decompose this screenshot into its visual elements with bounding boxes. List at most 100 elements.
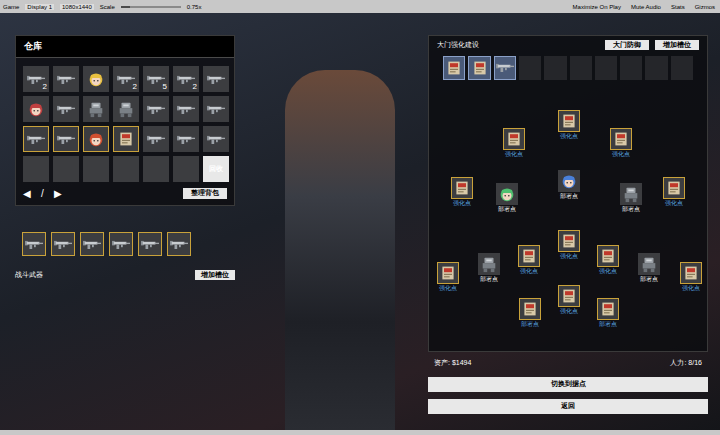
item-count: 2 bbox=[193, 83, 197, 91]
loadout-footer: 战斗武器 增加槽位 bbox=[15, 270, 235, 281]
warehouse-item[interactable] bbox=[23, 126, 49, 152]
robot-icon bbox=[87, 100, 105, 118]
display-select[interactable]: Display 1 bbox=[25, 4, 54, 10]
gate-slot[interactable] bbox=[671, 56, 693, 80]
resolution-select[interactable]: 1080x1440 bbox=[60, 4, 94, 10]
tree-node-box bbox=[597, 298, 619, 320]
warehouse-item[interactable] bbox=[53, 66, 79, 92]
warehouse-item[interactable] bbox=[53, 96, 79, 122]
loadout-slot[interactable] bbox=[80, 232, 104, 256]
recycle-button[interactable]: 回收 bbox=[203, 156, 229, 182]
warehouse-item[interactable] bbox=[173, 126, 199, 152]
toolbar-toggle[interactable]: Gizmos bbox=[693, 4, 717, 10]
tree-node[interactable]: 部署点 bbox=[638, 253, 660, 284]
tree-node-box bbox=[558, 110, 580, 132]
warehouse-item[interactable] bbox=[113, 126, 139, 152]
warehouse-item[interactable] bbox=[53, 126, 79, 152]
tree-node[interactable]: 部署点 bbox=[496, 183, 518, 214]
warehouse-item[interactable] bbox=[203, 96, 229, 122]
card-icon bbox=[683, 264, 699, 282]
tree-node[interactable]: 强化点 bbox=[610, 128, 632, 159]
tree-node[interactable]: 强化点 bbox=[558, 285, 580, 316]
tree-node[interactable]: 强化点 bbox=[503, 128, 525, 159]
gate-slot[interactable] bbox=[620, 56, 642, 80]
warehouse-item[interactable] bbox=[203, 126, 229, 152]
rifle-icon bbox=[57, 74, 75, 85]
warehouse-item[interactable]: 5 bbox=[143, 66, 169, 92]
rifle-icon bbox=[57, 104, 75, 115]
gate-slot[interactable] bbox=[544, 56, 566, 80]
warehouse-item[interactable] bbox=[23, 156, 49, 182]
gate-slot[interactable] bbox=[494, 56, 516, 80]
tree-node[interactable]: 部署点 bbox=[620, 183, 642, 214]
tree-node-label: 强化点 bbox=[453, 200, 471, 208]
pagination-row: ◀/▶整理背包 bbox=[16, 186, 234, 205]
tree-node[interactable]: 强化点 bbox=[680, 262, 702, 293]
loadout-label: 战斗武器 bbox=[15, 270, 43, 281]
gate-slots bbox=[429, 56, 707, 80]
warehouse-item[interactable] bbox=[83, 156, 109, 182]
gate-header-button[interactable]: 大门防御 bbox=[605, 40, 649, 50]
tree-node-box bbox=[638, 253, 660, 275]
warehouse-item[interactable] bbox=[83, 66, 109, 92]
switch-base-button[interactable]: 切换到据点 bbox=[428, 377, 708, 392]
warehouse-item[interactable] bbox=[113, 156, 139, 182]
tree-node[interactable]: 部署点 bbox=[597, 298, 619, 329]
warehouse-item[interactable] bbox=[113, 96, 139, 122]
warehouse-item[interactable] bbox=[23, 96, 49, 122]
warehouse-item[interactable] bbox=[143, 96, 169, 122]
card-icon bbox=[600, 300, 616, 318]
tree-node[interactable]: 强化点 bbox=[518, 245, 540, 276]
tree-node[interactable]: 强化点 bbox=[451, 177, 473, 208]
tree-node[interactable]: 部署点 bbox=[558, 170, 580, 201]
tree-node[interactable]: 强化点 bbox=[437, 262, 459, 293]
warehouse-item[interactable]: 2 bbox=[23, 66, 49, 92]
loadout-slot[interactable] bbox=[138, 232, 162, 256]
toolbar-toggle[interactable]: Mute Audio bbox=[629, 4, 663, 10]
editor-toolbar: GameDisplay 11080x1440Scale0.75xMaximize… bbox=[0, 0, 720, 13]
tree-node[interactable]: 强化点 bbox=[558, 110, 580, 141]
tree-node-box bbox=[620, 183, 642, 205]
warehouse-item[interactable] bbox=[53, 156, 79, 182]
warehouse-item[interactable]: 2 bbox=[113, 66, 139, 92]
gate-slot[interactable] bbox=[468, 56, 490, 80]
loadout-slot[interactable] bbox=[22, 232, 46, 256]
warehouse-item[interactable] bbox=[173, 96, 199, 122]
gate-header-button[interactable]: 增加槽位 bbox=[655, 40, 699, 50]
tree-node-box bbox=[663, 177, 685, 199]
gate-slot[interactable] bbox=[645, 56, 667, 80]
warehouse-item[interactable] bbox=[143, 156, 169, 182]
card-icon bbox=[561, 232, 577, 250]
loadout-slot[interactable] bbox=[51, 232, 75, 256]
prev-page-button[interactable]: ◀ bbox=[23, 186, 31, 201]
loadout-slot[interactable] bbox=[167, 232, 191, 256]
warehouse-item[interactable] bbox=[143, 126, 169, 152]
gate-slot[interactable] bbox=[443, 56, 465, 80]
toolbar-toggle[interactable]: Maximize On Play bbox=[571, 4, 623, 10]
loadout-slot[interactable] bbox=[109, 232, 133, 256]
next-page-button[interactable]: ▶ bbox=[54, 186, 62, 201]
rifle-icon bbox=[54, 239, 72, 250]
toolbar-toggle[interactable]: Stats bbox=[669, 4, 687, 10]
tree-node-box bbox=[558, 230, 580, 252]
tree-node[interactable]: 强化点 bbox=[663, 177, 685, 208]
tree-node[interactable]: 部署点 bbox=[519, 298, 541, 329]
warehouse-item[interactable] bbox=[83, 96, 109, 122]
warehouse-item[interactable] bbox=[203, 66, 229, 92]
sort-button[interactable]: 整理背包 bbox=[183, 188, 227, 198]
gate-slot[interactable] bbox=[595, 56, 617, 80]
warehouse-item[interactable] bbox=[173, 156, 199, 182]
warehouse-item[interactable]: 2 bbox=[173, 66, 199, 92]
tree-node-label: 强化点 bbox=[665, 200, 683, 208]
tree-node[interactable]: 部署点 bbox=[478, 253, 500, 284]
gate-slot[interactable] bbox=[519, 56, 541, 80]
add-slot-button[interactable]: 增加槽位 bbox=[195, 270, 235, 280]
tree-node[interactable]: 强化点 bbox=[597, 245, 619, 276]
warehouse-item[interactable] bbox=[83, 126, 109, 152]
back-button[interactable]: 返回 bbox=[428, 399, 708, 414]
tree-node[interactable]: 强化点 bbox=[558, 230, 580, 261]
card-icon bbox=[506, 130, 522, 148]
gate-slot[interactable] bbox=[570, 56, 592, 80]
scale-slider[interactable] bbox=[121, 6, 181, 8]
tree-node-label: 强化点 bbox=[439, 285, 457, 293]
